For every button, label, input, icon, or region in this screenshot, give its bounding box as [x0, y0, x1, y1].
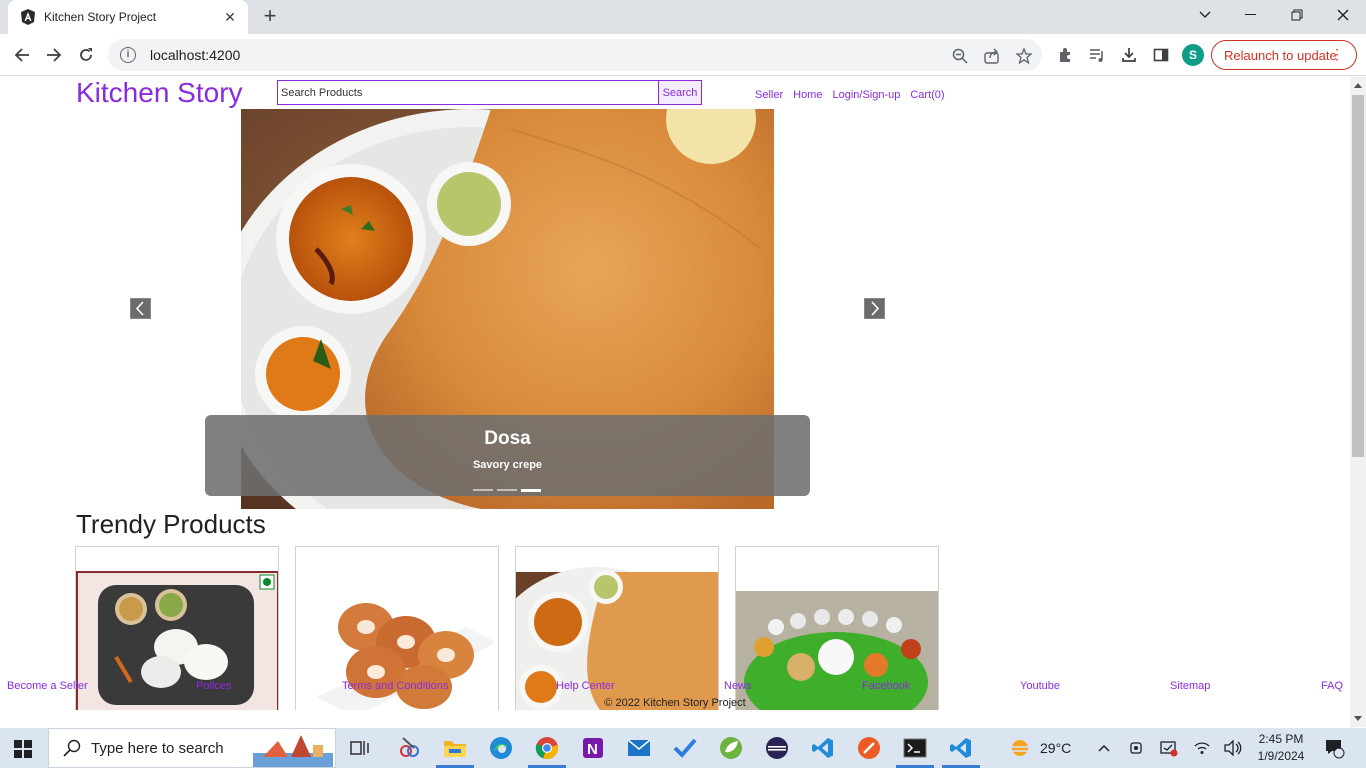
footer-faq-link[interactable]: FAQ — [1321, 680, 1343, 692]
carousel-indicators — [473, 489, 541, 492]
relaunch-label: Relaunch to update — [1224, 47, 1337, 63]
vscode-icon[interactable] — [809, 734, 837, 762]
angular-icon — [21, 9, 35, 25]
brand-logo[interactable]: Kitchen Story — [76, 77, 243, 109]
top-nav: Seller Home Login/Sign-up Cart(0) — [755, 89, 945, 101]
clock-date: 1/9/2024 — [1257, 749, 1305, 763]
search-button[interactable]: Search — [658, 80, 702, 105]
side-panel-icon[interactable] — [1152, 46, 1170, 64]
carousel-indicator-1[interactable] — [473, 489, 493, 491]
chrome-icon[interactable] — [533, 734, 561, 762]
restore-icon[interactable] — [1274, 0, 1320, 30]
footer-polices-link[interactable]: Polices — [196, 680, 231, 692]
footer-terms-link[interactable]: Terms and Conditions — [342, 680, 448, 692]
page-scrollbar[interactable] — [1350, 77, 1366, 727]
nav-seller-link[interactable]: Seller — [755, 89, 783, 101]
wifi-icon[interactable] — [1194, 728, 1210, 768]
security-alert-icon[interactable] — [1160, 728, 1178, 768]
extensions-icon[interactable] — [1056, 46, 1074, 64]
footer-copyright: © 2022 Kitchen Story Project — [604, 697, 746, 709]
postman-icon[interactable] — [855, 734, 883, 762]
terminal-icon[interactable] — [901, 734, 929, 762]
onenote-icon[interactable]: N — [579, 734, 607, 762]
bookmark-star-icon[interactable] — [1015, 47, 1033, 65]
eclipse-icon[interactable] — [763, 734, 791, 762]
caption-title: Dosa — [484, 428, 531, 449]
chevron-right-icon — [871, 301, 880, 316]
clock-time: 2:45 PM — [1258, 732, 1304, 746]
edge-icon[interactable] — [487, 734, 515, 762]
nav-login-link[interactable]: Login/Sign-up — [832, 89, 900, 101]
notification-center-icon[interactable]: 4 — [1324, 728, 1346, 768]
carousel-next-button[interactable] — [864, 298, 885, 319]
windows-start-icon[interactable] — [14, 740, 32, 758]
nav-cart-link[interactable]: Cart(0) — [910, 89, 944, 101]
site-info-icon[interactable]: i — [120, 47, 136, 63]
footer-news-link[interactable]: News — [724, 680, 752, 692]
browser-tab-strip: Kitchen Story Project ✕ + — [0, 0, 1366, 34]
reload-icon[interactable] — [73, 42, 99, 68]
weather-temp: 29°C — [1040, 740, 1072, 756]
meet-now-icon[interactable] — [1129, 728, 1145, 768]
web-page: Kitchen Story Search Seller Home Login/S… — [0, 77, 1350, 710]
weather-sun-icon — [1011, 740, 1029, 756]
spring-tool-icon[interactable] — [717, 734, 745, 762]
todo-icon[interactable] — [671, 734, 699, 762]
snipping-tool-icon[interactable] — [395, 734, 423, 762]
close-window-icon[interactable] — [1320, 0, 1366, 30]
volume-icon[interactable] — [1224, 728, 1242, 768]
search-input[interactable] — [277, 80, 659, 105]
more-options-icon[interactable]: ⋮ — [1330, 46, 1344, 63]
media-control-icon[interactable] — [1088, 46, 1106, 64]
zoom-icon[interactable] — [951, 47, 969, 65]
search-highlight-icon — [253, 735, 333, 767]
show-hidden-icons-icon[interactable] — [1097, 728, 1111, 768]
minimize-icon[interactable] — [1228, 0, 1274, 30]
back-icon[interactable] — [9, 42, 35, 68]
footer-facebook-link[interactable]: Facebook — [862, 680, 910, 692]
new-tab-icon[interactable]: + — [258, 5, 282, 29]
profile-avatar[interactable]: S — [1182, 44, 1204, 66]
taskbar-search-placeholder: Type here to search — [91, 739, 224, 757]
scroll-down-icon[interactable] — [1354, 716, 1362, 721]
address-bar[interactable]: i localhost:4200 — [108, 39, 1042, 71]
footer-become-seller-link[interactable]: Become a Seller — [7, 680, 88, 692]
scroll-up-icon[interactable] — [1354, 83, 1362, 88]
footer-sitemap-link[interactable]: Sitemap — [1170, 680, 1210, 692]
footer-help-center-link[interactable]: Help Center — [556, 680, 615, 692]
task-view-icon[interactable] — [346, 734, 374, 762]
share-icon[interactable] — [983, 47, 1001, 65]
chevron-left-icon — [135, 301, 144, 316]
nav-home-link[interactable]: Home — [793, 89, 822, 101]
browser-tab[interactable]: Kitchen Story Project ✕ — [8, 0, 248, 34]
browser-toolbar: i localhost:4200 S Relaunch to update ⋮ — [0, 34, 1366, 76]
taskbar-search-box[interactable]: Type here to search — [48, 728, 336, 768]
carousel-prev-button[interactable] — [130, 298, 151, 319]
address-url: localhost:4200 — [150, 47, 241, 63]
tab-title: Kitchen Story Project — [44, 10, 157, 24]
notification-count: 4 — [1336, 741, 1342, 751]
carousel-indicator-3[interactable] — [521, 489, 541, 492]
footer-youtube-link[interactable]: Youtube — [1020, 680, 1060, 692]
relaunch-button[interactable]: Relaunch to update ⋮ — [1211, 40, 1357, 70]
windows-taskbar: Type here to search N 29°C 2:45 PM 1/9/2… — [0, 728, 1366, 768]
carousel-caption: Dosa Savory crepe — [205, 415, 810, 496]
footer-links: Become a Seller Polices Terms and Condit… — [0, 680, 1350, 694]
system-clock[interactable]: 2:45 PM 1/9/2024 — [1248, 731, 1314, 765]
weather-widget[interactable]: 29°C — [1008, 728, 1071, 768]
search-icon — [63, 739, 81, 757]
mail-icon[interactable] — [625, 734, 653, 762]
vscode-window-icon[interactable] — [947, 734, 975, 762]
forward-icon[interactable] — [41, 42, 67, 68]
carousel-indicator-2[interactable] — [497, 489, 517, 491]
file-explorer-icon[interactable] — [441, 734, 469, 762]
trendy-products-heading: Trendy Products — [76, 509, 266, 539]
tab-close-icon[interactable]: ✕ — [222, 9, 238, 26]
download-icon[interactable] — [1120, 46, 1138, 64]
svg-text:N: N — [587, 741, 598, 758]
scroll-thumb[interactable] — [1352, 95, 1364, 457]
caption-subtitle: Savory crepe — [472, 459, 543, 471]
tab-search-icon[interactable] — [1182, 0, 1228, 30]
